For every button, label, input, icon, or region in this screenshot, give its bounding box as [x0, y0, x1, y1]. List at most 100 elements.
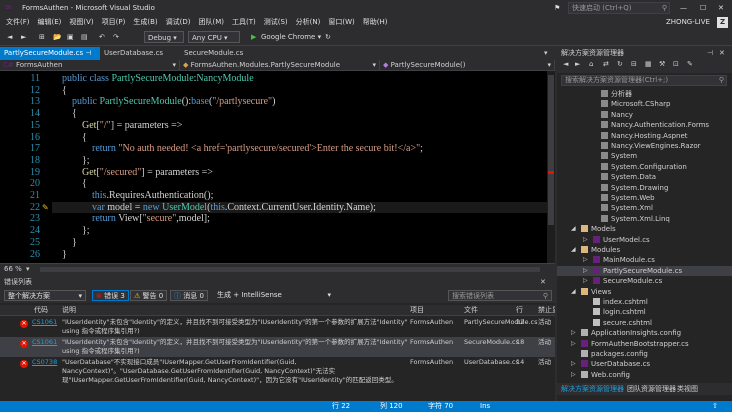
error-code[interactable]: CS1061 — [32, 318, 57, 327]
panel-close-icon[interactable]: ✕ — [719, 47, 725, 59]
expand-arrow-icon[interactable]: ▷ — [583, 266, 588, 276]
solution-tree-item[interactable]: secure.cshtml — [557, 318, 732, 328]
column-code[interactable]: 代码 — [34, 305, 48, 316]
column-file[interactable]: 文件 — [464, 305, 478, 316]
redo-icon[interactable]: ↷ — [110, 31, 122, 43]
panel-pin-icon[interactable]: ⊣ — [707, 47, 713, 59]
solution-tree-item[interactable]: System.Configuration — [557, 162, 732, 172]
solution-tree-item[interactable]: ▷ UserModel.cs — [557, 235, 732, 245]
open-icon[interactable]: 📂 — [50, 31, 65, 43]
solution-tree-item[interactable]: login.cshtml — [557, 307, 732, 317]
scroll-thumb[interactable] — [548, 75, 554, 225]
close-button[interactable]: ✕ — [718, 0, 724, 16]
member-dropdown[interactable]: ◆ PartlySecureModule() ▾ — [380, 60, 555, 71]
tab-partlysecuremodule[interactable]: PartlySecureModule.cs ⊣ ✕ — [0, 47, 100, 70]
expand-arrow-icon[interactable]: ◢ — [571, 224, 576, 234]
menu-item-2[interactable]: 视图(V) — [65, 16, 97, 29]
build-source-dropdown[interactable]: 生成 + IntelliSense ▾ — [214, 290, 334, 301]
zoom-dropdown-icon[interactable]: ▾ — [26, 264, 30, 275]
error-row[interactable]: ✕ CS0738 "UserDatabase"不实现接口成员"IUserMapper… — [0, 357, 555, 391]
show-all-files-icon[interactable]: ▦ — [645, 60, 652, 68]
expand-arrow-icon[interactable]: ▷ — [583, 235, 588, 245]
quick-launch-input[interactable]: 快速启动 (Ctrl+Q) ⚲ — [568, 2, 670, 14]
lightbulb-icon[interactable]: ✎ — [42, 202, 49, 213]
column-suppression[interactable]: 禁止显示状态 — [538, 305, 555, 316]
solution-tree-item[interactable]: ▷ PartlySecureModule.cs — [557, 265, 732, 277]
solution-tree-item[interactable]: ▷ UserDatabase.cs — [557, 359, 732, 369]
maximize-button[interactable]: ☐ — [700, 0, 706, 16]
code-line[interactable]: public PartlySecureModule():base("/partl… — [52, 96, 275, 108]
expand-arrow-icon[interactable]: ▷ — [583, 255, 588, 265]
solution-tree-item[interactable]: System.Xml — [557, 203, 732, 213]
error-row[interactable]: ✕ CS1061 "IUserIdentity"未包含"Identity"的定义，并… — [0, 317, 555, 337]
code-line[interactable]: } — [52, 237, 77, 249]
code-line[interactable]: return View["secure",model]; — [52, 213, 210, 225]
undo-icon[interactable]: ↶ — [96, 31, 108, 43]
solution-tree-item[interactable]: System.Xml.Linq — [557, 214, 732, 224]
solution-tree-item[interactable]: Nancy.Authentication.Forms — [557, 120, 732, 130]
code-line[interactable]: return "No auth needed! <a href='partlys… — [52, 143, 423, 155]
solution-tree-item[interactable]: ◢ Views — [557, 287, 732, 297]
avatar[interactable]: Z — [717, 17, 728, 28]
menu-item-7[interactable]: 工具(T) — [228, 16, 260, 29]
column-project[interactable]: 项目 — [410, 305, 424, 316]
code-line[interactable]: public class PartlySecureModule:NancyMod… — [52, 73, 254, 85]
expand-arrow-icon[interactable]: ◢ — [571, 245, 576, 255]
error-code[interactable]: CS0738 — [32, 358, 57, 367]
tab-class-view[interactable]: 类视图 — [673, 383, 702, 395]
menu-item-10[interactable]: 窗口(W) — [324, 16, 358, 29]
expand-arrow-icon[interactable]: ▷ — [571, 370, 576, 380]
user-name[interactable]: ZHONG-LIVE — [666, 16, 710, 29]
tab-solution-explorer[interactable]: 解决方案资源管理器 — [557, 383, 628, 395]
expand-arrow-icon[interactable]: ▷ — [583, 276, 588, 286]
code-line[interactable]: { — [52, 178, 87, 190]
expand-arrow-icon[interactable]: ▷ — [571, 328, 576, 338]
project-dropdown[interactable]: C# FormsAuthen ▾ — [0, 60, 180, 71]
save-all-icon[interactable]: ▤ — [78, 31, 91, 43]
solution-tree-item[interactable]: Microsoft.CSharp — [557, 99, 732, 109]
settings-icon[interactable]: ✎ — [687, 60, 693, 68]
solution-tree-item[interactable]: ▷ FormAuthenBootstrapper.cs — [557, 339, 732, 349]
warnings-filter-button[interactable]: ⚠ 警告 0 — [130, 290, 168, 301]
save-icon[interactable]: ▣ — [64, 31, 77, 43]
forward-icon[interactable]: ► — [18, 31, 29, 43]
tab-team-explorer[interactable]: 团队资源管理器 — [623, 383, 680, 395]
error-search-input[interactable]: 搜索错误列表 ⚲ — [448, 290, 552, 301]
messages-filter-button[interactable]: ⓘ 消息 0 — [170, 290, 208, 301]
properties-icon[interactable]: ⚒ — [659, 60, 665, 68]
expand-arrow-icon[interactable]: ▷ — [571, 339, 576, 349]
menu-item-3[interactable]: 项目(P) — [98, 16, 130, 29]
run-target-dropdown[interactable]: Google Chrome ▾ — [258, 31, 324, 43]
code-line[interactable]: { — [52, 132, 87, 144]
solution-tree-item[interactable]: ▷ SecureModule.cs — [557, 276, 732, 286]
solution-tree-item[interactable]: ◢ Models — [557, 224, 732, 234]
solution-tree-item[interactable]: ▷ ApplicationInsights.config — [557, 328, 732, 338]
platform-dropdown[interactable]: Any CPU ▾ — [188, 31, 240, 43]
solution-tree-item[interactable]: Nancy — [557, 110, 732, 120]
menu-item-9[interactable]: 分析(N) — [292, 16, 325, 29]
expand-arrow-icon[interactable]: ▷ — [571, 359, 576, 369]
solution-tree-item[interactable]: index.cshtml — [557, 297, 732, 307]
code-line[interactable]: Get["/secured"] = parameters => — [52, 167, 213, 179]
tab-securemodule[interactable]: SecureModule.cs — [180, 47, 247, 60]
code-line[interactable]: }; — [52, 155, 90, 167]
menu-item-1[interactable]: 编辑(E) — [34, 16, 66, 29]
refresh-icon[interactable]: ↻ — [322, 31, 334, 43]
expand-arrow-icon[interactable]: ◢ — [571, 287, 576, 297]
code-editor[interactable]: 11 12 13 14 15 16 17 18 19 20 21 22 23 24 25 26 public … — [0, 71, 555, 263]
solution-tree-item[interactable]: System.Web — [557, 193, 732, 203]
editor-vertical-scrollbar[interactable] — [547, 71, 555, 263]
code-line[interactable]: } — [52, 249, 67, 261]
column-description[interactable]: 说明 — [62, 305, 76, 316]
scope-dropdown[interactable]: 整个解决方案 ▾ — [4, 290, 86, 301]
solution-tree-item[interactable]: System — [557, 151, 732, 161]
menu-item-5[interactable]: 调试(D) — [162, 16, 195, 29]
solution-tree-item[interactable]: Nancy.ViewEngines.Razor — [557, 141, 732, 151]
menu-item-6[interactable]: 团队(M) — [194, 16, 228, 29]
sync-icon[interactable]: ⇄ — [603, 60, 609, 68]
menu-item-0[interactable]: 文件(F) — [2, 16, 34, 29]
column-line[interactable]: 行 — [516, 305, 523, 316]
code-line[interactable]: { — [52, 85, 67, 97]
solution-tree-item[interactable]: ▷ Web.config — [557, 370, 732, 380]
solution-tree-item[interactable]: Nancy.Hosting.Aspnet — [557, 131, 732, 141]
